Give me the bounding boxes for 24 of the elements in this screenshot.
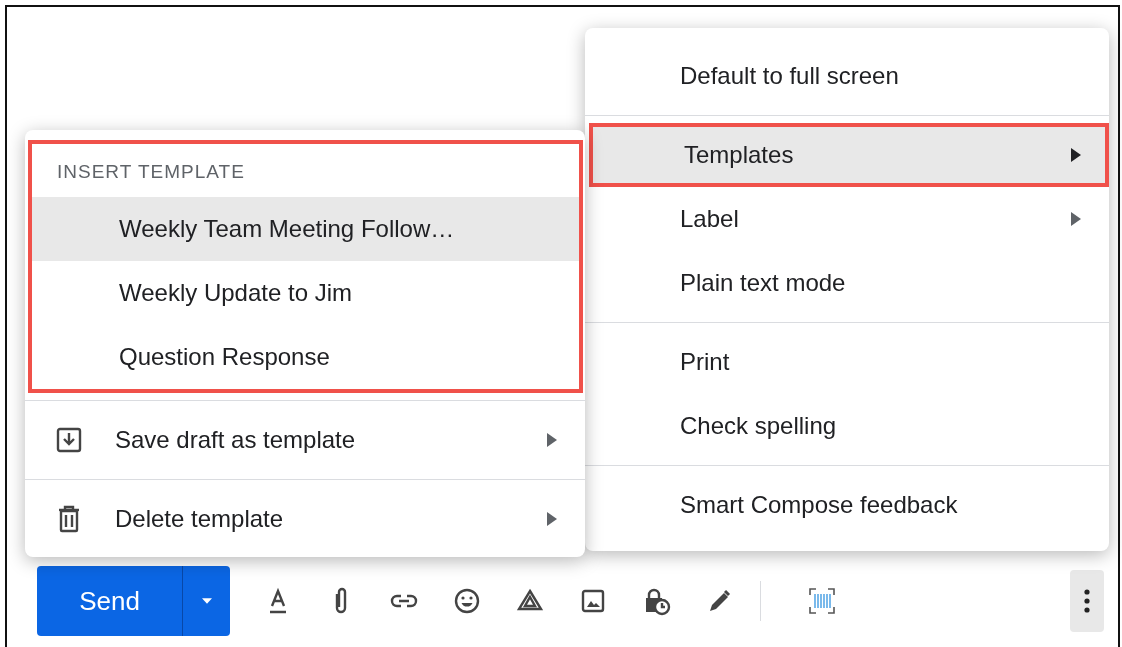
template-item[interactable]: Weekly Update to Jim [32, 260, 579, 325]
more-options-button[interactable] [1070, 570, 1104, 632]
template-item[interactable]: Weekly Team Meeting Follow… [32, 196, 579, 261]
section-header: INSERT TEMPLATE [56, 160, 246, 184]
trash-icon [56, 504, 82, 533]
menu-item[interactable]: Plain text mode [585, 251, 1109, 315]
download-box-icon [56, 425, 82, 454]
menu-item[interactable]: Check spelling [585, 394, 1109, 458]
submenu-caret-icon [547, 511, 557, 526]
menu-item[interactable]: Smart Compose feedback [585, 473, 1109, 537]
submenu-caret-icon [547, 432, 557, 447]
menu-item[interactable]: Print [585, 330, 1109, 394]
menu-item[interactable]: Label [585, 187, 1109, 251]
send-button[interactable]: Send [37, 566, 230, 636]
menu-item[interactable]: Templates [589, 123, 1109, 187]
menu-item[interactable]: Delete template [25, 486, 585, 551]
submenu-caret-icon [1071, 212, 1081, 226]
barcode-scan-icon[interactable] [807, 586, 837, 616]
submenu-caret-icon [1071, 148, 1081, 162]
more-vertical-icon [1084, 589, 1090, 613]
menu-item[interactable]: Default to full screen [585, 44, 1109, 108]
emoji-icon[interactable] [452, 586, 482, 616]
template-item[interactable]: Question Response [32, 324, 579, 389]
menu-item[interactable]: Save draft as template [25, 407, 585, 472]
